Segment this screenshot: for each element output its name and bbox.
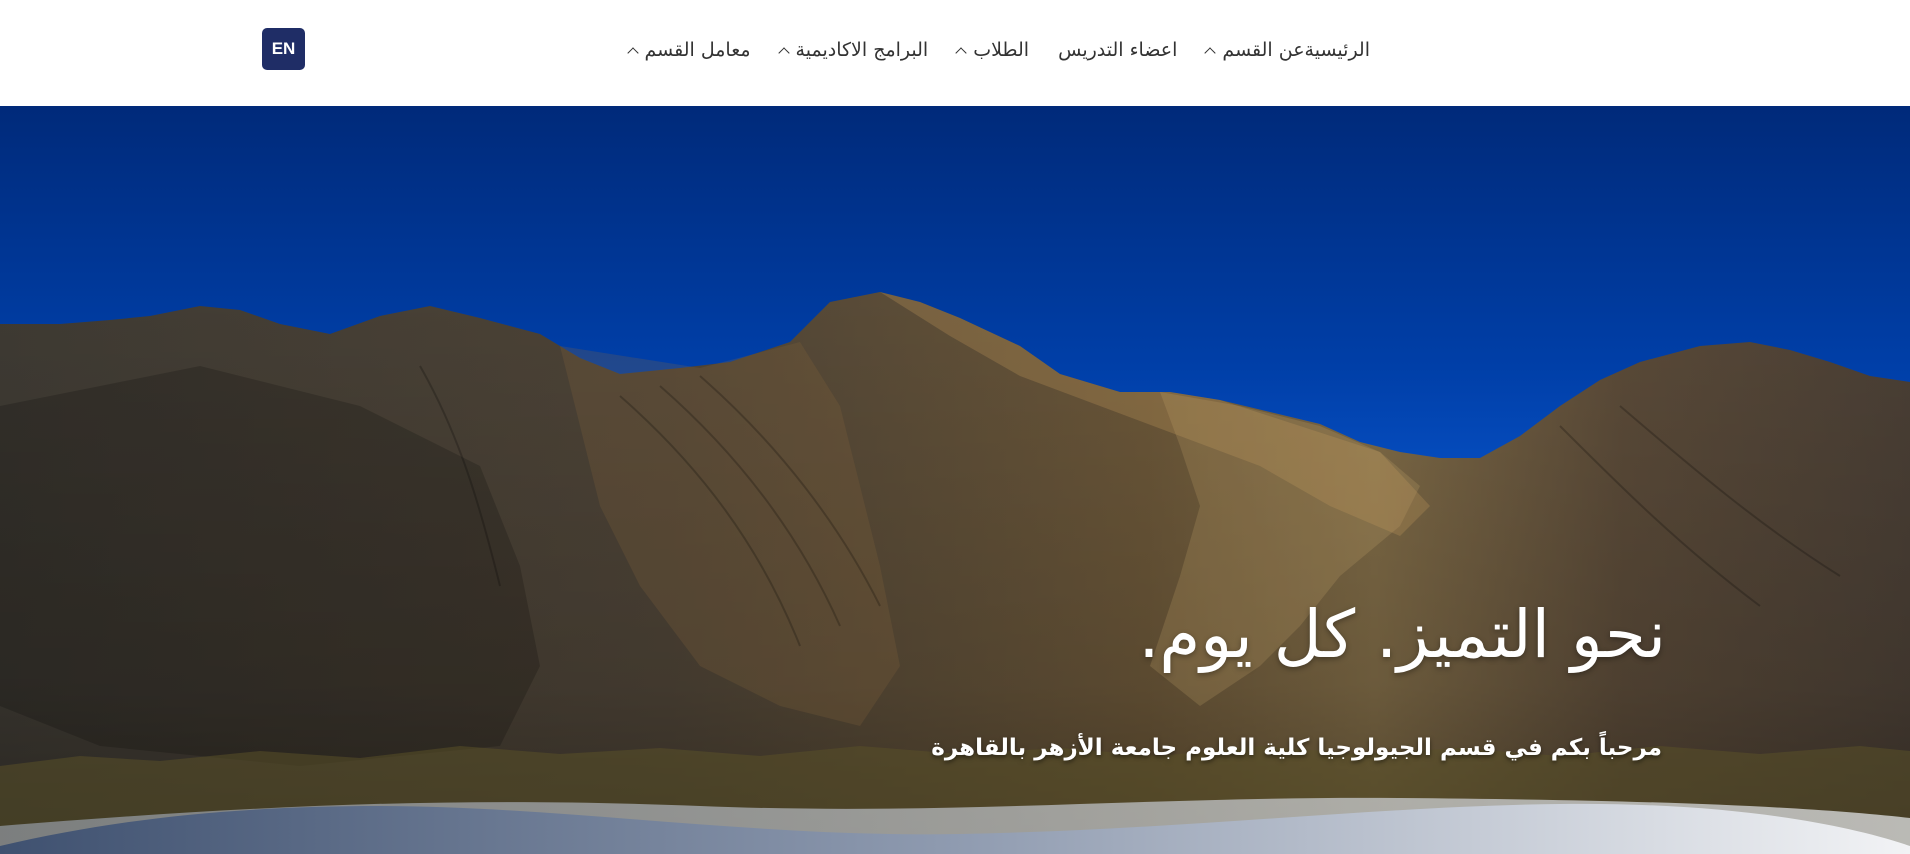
nav-item-labs[interactable]: معامل القسم [626, 39, 751, 61]
nav-item-label: الطلاب [973, 39, 1030, 61]
chevron-up-icon [777, 46, 790, 59]
nav-item-label: اعضاء التدريس [1058, 39, 1178, 61]
navbar: EN الرئيسية عن القسم اعضاء التدريس الطلا… [0, 0, 1910, 106]
chevron-up-icon [1204, 46, 1217, 59]
nav-item-home[interactable]: الرئيسية [1305, 39, 1370, 61]
nav-item-faculty[interactable]: اعضاء التدريس [1058, 39, 1177, 61]
hero-subtitle: مرحباً بكم في قسم الجيولوجيا كلية العلوم… [931, 735, 1662, 761]
nav-item-students[interactable]: الطلاب [955, 39, 1030, 61]
nav-item-programs[interactable]: البرامج الاكاديمية [777, 39, 929, 61]
nav-item-label: البرامج الاكاديمية [795, 39, 929, 61]
hero-title: نحو التميز. كل يوم. [1138, 596, 1667, 673]
nav-item-label: الرئيسية [1304, 39, 1370, 61]
nav-item-label: معامل القسم [644, 39, 751, 61]
hero-banner: نحو التميز. كل يوم. مرحباً بكم في قسم ال… [0, 106, 1910, 854]
nav-item-label: عن القسم [1222, 39, 1305, 61]
nav-item-about[interactable]: عن القسم [1204, 39, 1305, 61]
chevron-up-icon [955, 46, 967, 59]
language-toggle-button[interactable]: EN [262, 28, 305, 70]
chevron-up-icon [626, 46, 639, 59]
main-nav: الرئيسية عن القسم اعضاء التدريس الطلاب ا… [560, 0, 1370, 100]
